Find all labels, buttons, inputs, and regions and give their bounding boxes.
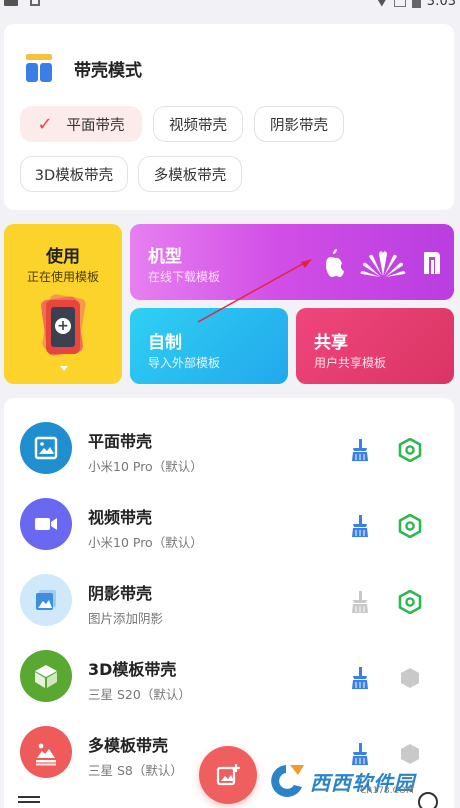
chip-shadow-shell[interactable]: 阴影带壳 [254,106,344,142]
item-subtitle: 三星 S8（默认） [88,763,183,778]
list-item[interactable]: 视频带壳 小米10 Pro（默认） [4,488,454,564]
broom-icon[interactable] [348,666,372,690]
phone-template-icon: + [38,293,88,357]
item-title: 多模板带壳 [88,736,169,755]
list-item[interactable]: 阴影带壳 图片添加阴影 [4,564,454,640]
broom-icon[interactable] [348,590,372,614]
watermark-site: CR173.COM [360,786,414,796]
item-subtitle: 图片添加阴影 [88,611,164,626]
item-subtitle: 小米10 Pro（默认） [88,459,203,474]
layout-icon [24,52,54,84]
list-item[interactable]: 3D模板带壳 三星 S20（默认） [4,640,454,716]
chip-flat-shell[interactable]: ✓ 平面带壳 [20,106,142,142]
shadow-image-icon [36,590,56,610]
item-avatar [20,726,72,778]
xiaomi-icon [424,252,440,274]
item-avatar [20,422,72,474]
tile-subtitle: 导入外部模板 [148,356,221,370]
menu-icon[interactable] [18,796,40,808]
tile-subtitle: 用户共享模板 [314,356,387,370]
chip-label: 视频带壳 [169,117,227,134]
item-avatar [20,574,72,626]
add-image-fab[interactable] [199,746,257,804]
tile-title: 使用 [46,247,80,267]
item-title: 视频带壳 [88,508,153,527]
settings-hex-icon[interactable] [398,590,422,614]
use-template-tile[interactable]: 使用 正在使用模板 + [4,224,122,384]
chip-video-shell[interactable]: 视频带壳 [153,106,243,142]
chip-3d-shell[interactable]: 3D模板带壳 [20,156,128,192]
chip-label: 平面带壳 [66,117,125,134]
chip-label: 阴影带壳 [270,117,328,134]
multi-image-icon [36,743,56,766]
share-template-tile[interactable]: 共享 用户共享模板 [296,308,454,384]
item-title: 阴影带壳 [88,584,153,603]
battery-icon [411,0,421,8]
custom-import-tile[interactable]: 自制 导入外部模板 [130,308,288,384]
chip-label: 3D模板带壳 [34,167,114,184]
tile-subtitle: 正在使用模板 [26,270,99,284]
status-time: 3:03 [426,0,456,9]
item-title: 平面带壳 [88,432,153,451]
status-icons: 3:03 [375,0,456,9]
tile-title: 共享 [314,333,348,353]
chip-label: 多模板带壳 [153,167,227,184]
settings-hex-icon[interactable] [398,438,422,462]
image-icon [34,436,58,460]
watermark-logo [271,765,304,797]
shell-mode-card: 带壳模式 ✓ 平面带壳 视频带壳 阴影带壳 3D模板带壳 多模板带壳 [4,24,454,210]
huawei-icon [360,251,406,277]
item-avatar [20,498,72,550]
tile-subtitle: 在线下载模板 [148,270,221,284]
add-image-icon [216,764,240,786]
apple-icon [326,249,344,277]
model-download-tile[interactable]: 机型 在线下载模板 [130,224,454,300]
item-subtitle: 小米10 Pro（默认） [88,535,203,550]
item-title: 3D模板带壳 [88,660,177,679]
chip-multi-shell[interactable]: 多模板带壳 [138,156,242,192]
mode-header: 带壳模式 [24,52,142,84]
notification-icon [4,0,18,6]
notification-icon [30,0,40,6]
wifi-icon [375,0,388,7]
mode-title: 带壳模式 [74,60,142,81]
broom-icon[interactable] [348,514,372,538]
settings-hex-icon[interactable] [398,514,422,538]
status-bar: 3:03 [0,0,460,14]
check-icon: ✓ [37,113,53,135]
hex-disabled-icon[interactable] [398,666,422,690]
tile-title: 机型 [148,247,182,267]
item-avatar [20,650,72,702]
item-subtitle: 三星 S20（默认） [88,687,191,702]
tile-title: 自制 [148,333,182,353]
video-icon [35,518,57,530]
list-item[interactable]: 平面带壳 小米10 Pro（默认） [4,412,454,488]
site-watermark: 西西软件园 CR173.COM [264,758,456,804]
cube-icon [35,665,57,688]
broom-icon[interactable] [348,438,372,462]
signal-icon [393,0,406,7]
expand-arrow-icon [60,366,68,371]
